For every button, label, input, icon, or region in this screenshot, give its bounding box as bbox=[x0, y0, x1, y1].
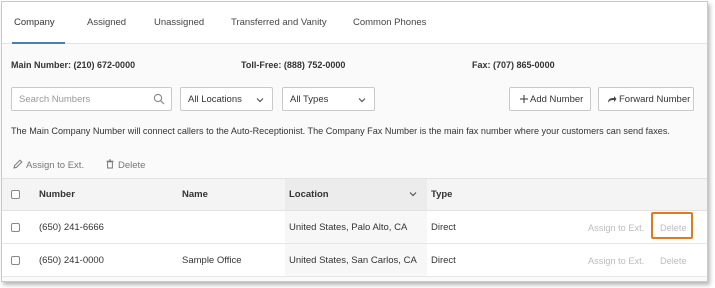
assign-to-ext-action[interactable]: Assign to Ext. bbox=[13, 159, 84, 171]
trash-icon bbox=[106, 159, 114, 169]
row-type: Direct bbox=[431, 222, 456, 233]
fax-info: Fax: (707) 865-0000 bbox=[472, 60, 555, 70]
type-filter-select[interactable]: All Types bbox=[282, 87, 375, 111]
forward-number-button[interactable]: Forward Number bbox=[598, 87, 694, 111]
main-number-value: (210) 672-0000 bbox=[73, 60, 136, 70]
table-header: Number Name Location Type bbox=[2, 178, 707, 211]
delete-label: Delete bbox=[118, 160, 146, 171]
row-delete-button[interactable]: Delete bbox=[660, 256, 687, 266]
table-row: (650) 241-0000 Sample Office United Stat… bbox=[2, 244, 707, 277]
toll-free-label: Toll-Free: bbox=[241, 60, 282, 70]
tab-bar: Company Assigned Unassigned Transferred … bbox=[2, 2, 707, 44]
row-location: United States, Palo Alto, CA bbox=[289, 222, 408, 233]
search-icon[interactable] bbox=[153, 93, 165, 105]
main-number-info: Main Number: (210) 672-0000 bbox=[11, 60, 135, 70]
row-location: United States, San Carlos, CA bbox=[289, 255, 417, 266]
tab-assigned[interactable]: Assigned bbox=[87, 17, 126, 28]
tab-company[interactable]: Company bbox=[14, 17, 55, 28]
row-number: (650) 241-6666 bbox=[39, 222, 104, 233]
forward-number-label: Forward Number bbox=[619, 94, 691, 105]
number-column-header: Number bbox=[39, 189, 75, 200]
tab-common-phones[interactable]: Common Phones bbox=[353, 17, 426, 28]
forward-arrow-icon bbox=[608, 96, 617, 103]
search-box bbox=[11, 87, 172, 111]
toll-free-info: Toll-Free: (888) 752-0000 bbox=[241, 60, 345, 70]
type-column-header: Type bbox=[431, 189, 453, 200]
row-name: Sample Office bbox=[182, 255, 242, 266]
row-assign-to-ext-button[interactable]: Assign to Ext. bbox=[588, 256, 644, 266]
row-number: (650) 241-0000 bbox=[39, 255, 104, 266]
row-checkbox[interactable] bbox=[11, 256, 20, 265]
location-filter-select[interactable]: All Locations bbox=[180, 87, 273, 111]
chevron-down-icon bbox=[358, 98, 366, 103]
row-type: Direct bbox=[431, 255, 456, 266]
delete-highlight-box bbox=[651, 212, 693, 239]
fax-value: (707) 865-0000 bbox=[493, 60, 555, 70]
select-all-checkbox[interactable] bbox=[11, 190, 20, 199]
type-filter-value: All Types bbox=[290, 94, 329, 105]
search-input[interactable] bbox=[19, 93, 149, 106]
plus-icon bbox=[520, 95, 528, 103]
row-assign-to-ext-button[interactable]: Assign to Ext. bbox=[588, 223, 644, 233]
assign-to-ext-label: Assign to Ext. bbox=[26, 160, 85, 171]
toll-free-value: (888) 752-0000 bbox=[283, 60, 346, 70]
chevron-down-icon bbox=[256, 98, 264, 103]
add-number-label: Add Number bbox=[530, 94, 584, 105]
row-checkbox[interactable] bbox=[11, 223, 20, 232]
tab-transferred-and-vanity[interactable]: Transferred and Vanity bbox=[231, 17, 327, 28]
name-column-header: Name bbox=[182, 189, 208, 200]
active-tab-indicator bbox=[12, 42, 65, 44]
tab-unassigned[interactable]: Unassigned bbox=[154, 17, 204, 28]
fax-label: Fax: bbox=[472, 60, 491, 70]
main-number-label: Main Number: bbox=[11, 60, 72, 70]
pencil-icon bbox=[13, 159, 23, 169]
add-number-button[interactable]: Add Number bbox=[509, 87, 591, 111]
sort-chevron-icon bbox=[409, 192, 417, 197]
location-column-header: Location bbox=[289, 189, 329, 200]
location-filter-value: All Locations bbox=[188, 94, 242, 105]
numbers-description: The Main Company Number will connect cal… bbox=[11, 126, 670, 136]
table-row: (650) 241-6666 United States, Palo Alto,… bbox=[2, 211, 707, 244]
delete-action[interactable]: Delete bbox=[105, 159, 145, 171]
phone-numbers-panel: Company Assigned Unassigned Transferred … bbox=[1, 1, 708, 282]
